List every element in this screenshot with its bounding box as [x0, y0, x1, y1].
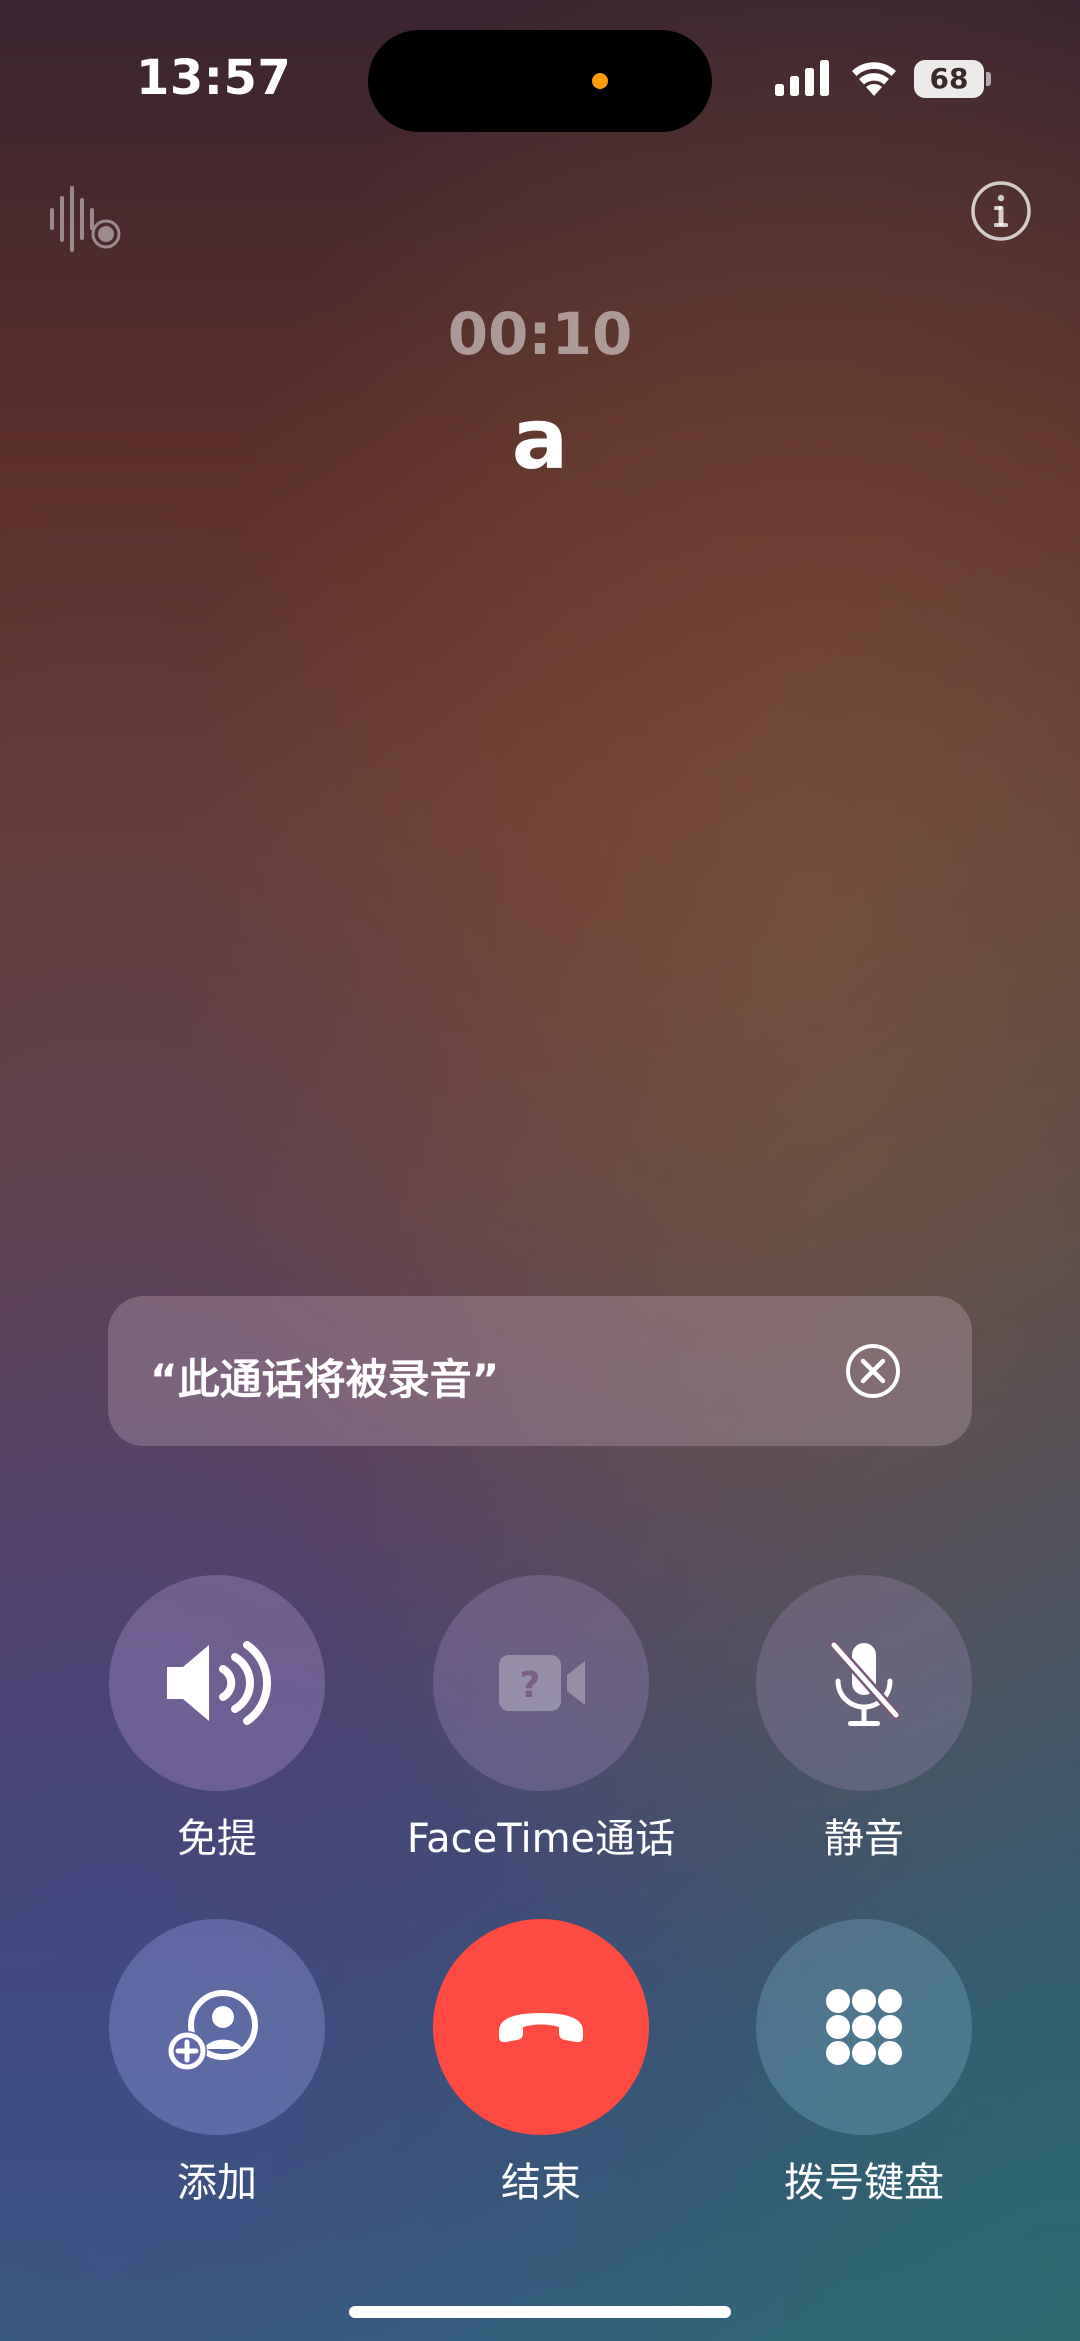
caller-name: a [511, 390, 569, 488]
cellular-signal-icon [775, 60, 829, 96]
facetime-button[interactable]: ? [433, 1575, 649, 1791]
home-indicator[interactable] [349, 2306, 731, 2318]
keypad-label: 拨号键盘 [784, 2160, 944, 2206]
end-call-icon [499, 2013, 583, 2043]
speaker-icon [167, 1641, 272, 1725]
end-call-button[interactable] [433, 1919, 649, 2135]
mute-label: 静音 [824, 1816, 904, 1862]
battery-cap [986, 72, 991, 86]
add-call-icon [167, 1990, 258, 2071]
mic-muted-icon [829, 1640, 901, 1726]
speaker-label: 免提 [177, 1816, 257, 1862]
battery-level: 68 [929, 62, 969, 95]
call-duration: 00:10 [447, 300, 633, 368]
facetime-label: FaceTime通话 [406, 1816, 676, 1862]
dynamic-island[interactable] [368, 30, 712, 132]
privacy-indicator-dot [592, 73, 608, 89]
wifi-icon [852, 62, 896, 96]
end-call-label: 结束 [501, 2160, 581, 2206]
svg-text:?: ? [520, 1665, 541, 1706]
status-time: 13:57 [136, 50, 292, 106]
keypad-icon [826, 1989, 902, 2065]
keypad-button[interactable] [756, 1919, 972, 2135]
info-icon[interactable] [970, 180, 1032, 242]
speaker-button[interactable] [109, 1575, 325, 1791]
add-call-button[interactable] [109, 1919, 325, 2135]
mute-button[interactable] [756, 1575, 972, 1791]
status-bar: 13:57 68 [0, 0, 1080, 160]
recording-notice: “此通话将被录音” [108, 1296, 972, 1446]
recording-notice-text: “此通话将被录音” [150, 1355, 500, 1404]
close-circle-icon[interactable] [844, 1342, 902, 1400]
audio-recording-icon[interactable] [48, 186, 124, 252]
add-call-label: 添加 [177, 2160, 257, 2206]
battery-icon: 68 [914, 60, 991, 98]
facetime-unavailable-icon: ? [499, 1655, 585, 1711]
